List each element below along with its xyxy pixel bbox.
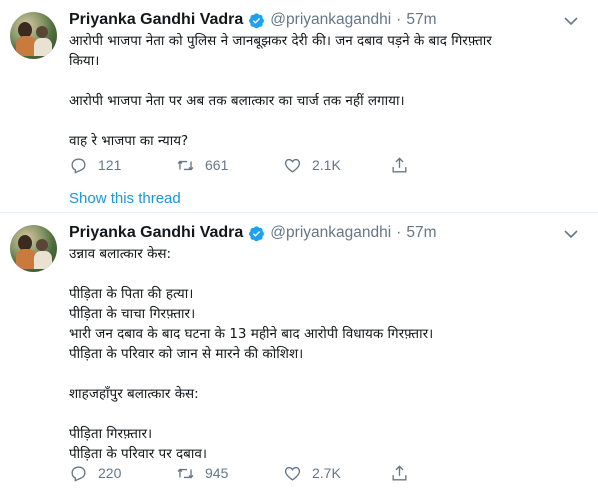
share-icon bbox=[392, 156, 407, 173]
timestamp[interactable]: 57m bbox=[406, 11, 436, 29]
share-button[interactable] bbox=[390, 156, 420, 175]
author-handle[interactable]: @priyankagandhi bbox=[270, 224, 391, 242]
avatar-photo-detail bbox=[16, 249, 36, 269]
avatar-photo-detail bbox=[34, 38, 52, 56]
tweet-header: Priyanka Gandhi Vadra @priyankagandhi · … bbox=[69, 223, 437, 243]
like-icon bbox=[284, 466, 301, 481]
avatar-photo-detail bbox=[16, 36, 36, 56]
reply-icon bbox=[71, 465, 86, 482]
show-thread-link[interactable]: Show this thread bbox=[69, 190, 181, 207]
verified-badge-icon bbox=[249, 12, 265, 28]
author-handle[interactable]: @priyankagandhi bbox=[270, 11, 391, 29]
like-button[interactable]: 2.7K bbox=[283, 464, 390, 483]
timestamp[interactable]: 57m bbox=[406, 224, 436, 242]
reply-count: 121 bbox=[98, 157, 122, 173]
like-icon bbox=[284, 158, 301, 173]
separator-dot: · bbox=[396, 11, 402, 28]
tweet-text: आरोपी भाजपा नेता को पुलिस ने जानबूझकर दे… bbox=[69, 33, 492, 149]
reply-button[interactable]: 220 bbox=[69, 464, 176, 483]
tweet-actions: 220 945 2.7K bbox=[69, 462, 420, 484]
avatar[interactable] bbox=[10, 225, 57, 272]
author-name[interactable]: Priyanka Gandhi Vadra bbox=[69, 11, 243, 29]
tweet-actions: 121 661 2.1K bbox=[69, 154, 420, 176]
share-button[interactable] bbox=[390, 464, 420, 483]
like-count: 2.1K bbox=[312, 157, 341, 173]
verified-badge-icon bbox=[249, 225, 265, 241]
retweet-button[interactable]: 661 bbox=[176, 156, 283, 175]
like-button[interactable]: 2.1K bbox=[283, 156, 390, 175]
reply-icon bbox=[71, 157, 86, 174]
avatar[interactable] bbox=[10, 12, 57, 59]
separator-dot: · bbox=[396, 224, 402, 241]
reply-count: 220 bbox=[98, 465, 122, 481]
retweet-count: 945 bbox=[205, 465, 229, 481]
avatar-photo-detail bbox=[36, 26, 48, 38]
share-icon bbox=[392, 464, 407, 481]
retweet-icon bbox=[177, 160, 194, 170]
avatar-photo-detail bbox=[36, 239, 48, 251]
tweet-text: उन्नाव बलात्कार केस: पीड़िता के पिता की … bbox=[69, 246, 434, 462]
tweet-header: Priyanka Gandhi Vadra @priyankagandhi · … bbox=[69, 10, 437, 30]
retweet-count: 661 bbox=[205, 157, 229, 173]
reply-button[interactable]: 121 bbox=[69, 156, 176, 175]
chevron-down-icon[interactable] bbox=[564, 16, 578, 26]
retweet-button[interactable]: 945 bbox=[176, 464, 283, 483]
retweet-icon bbox=[177, 468, 194, 478]
avatar-photo-detail bbox=[34, 251, 52, 269]
author-name[interactable]: Priyanka Gandhi Vadra bbox=[69, 224, 243, 242]
like-count: 2.7K bbox=[312, 465, 341, 481]
chevron-down-icon[interactable] bbox=[564, 229, 578, 239]
